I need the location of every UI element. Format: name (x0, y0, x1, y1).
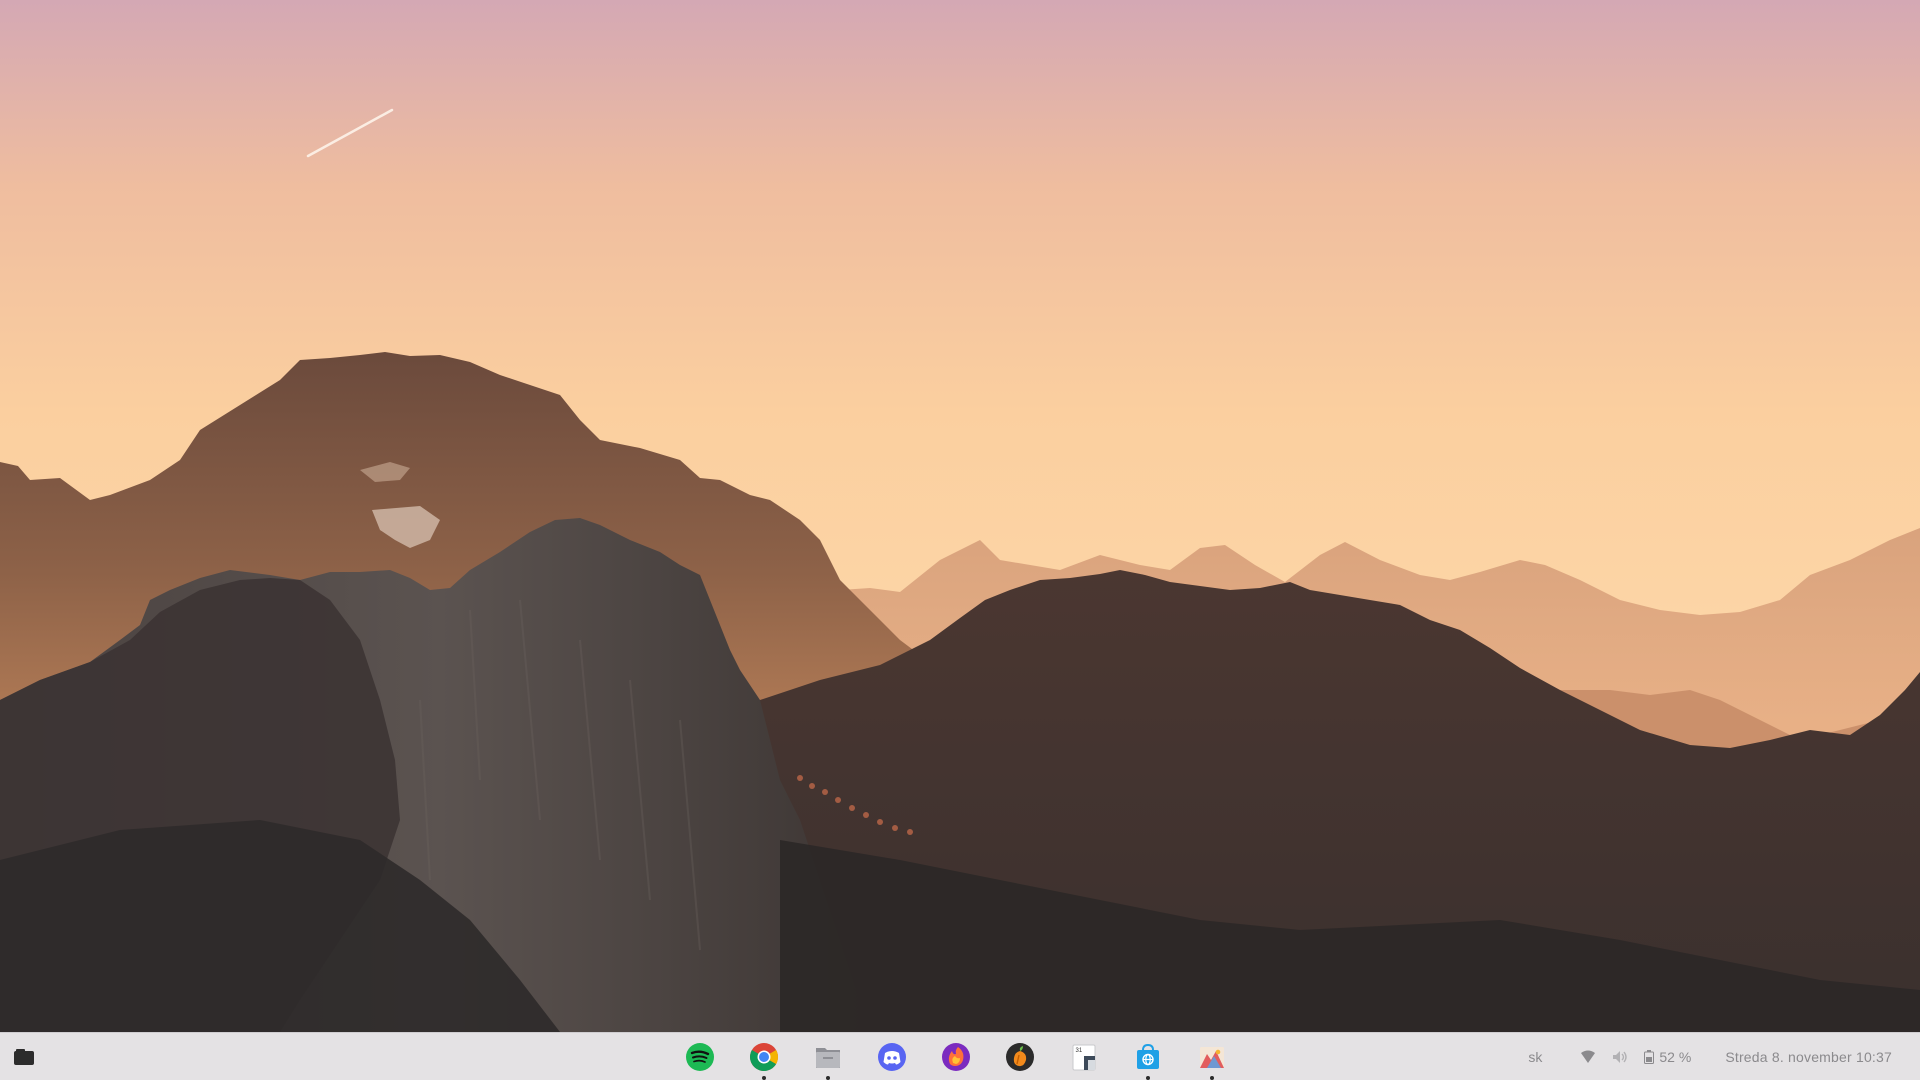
dock-app-files[interactable] (808, 1037, 848, 1080)
running-indicator (1146, 1076, 1150, 1080)
svg-text:31: 31 (1076, 1048, 1083, 1054)
spotify-icon (685, 1042, 715, 1072)
fl-studio-icon (1005, 1042, 1035, 1072)
image-viewer-icon (1197, 1042, 1227, 1072)
battery-indicator[interactable]: 52 % (1644, 1049, 1691, 1065)
firefox-icon (941, 1042, 971, 1072)
dock-app-chrome[interactable] (744, 1037, 784, 1080)
overview-button[interactable] (8, 1041, 40, 1073)
dock-app-spotify[interactable] (680, 1037, 720, 1077)
discord-icon (877, 1042, 907, 1072)
app-dock: 31 (680, 1037, 1232, 1080)
desktop-wallpaper (0, 0, 1920, 1032)
wifi-icon[interactable] (1580, 1050, 1596, 1064)
calendar-icon: 31 (1069, 1042, 1099, 1072)
dock-app-image-viewer[interactable] (1192, 1037, 1232, 1080)
dock-app-firefox[interactable] (936, 1037, 976, 1077)
system-tray: sk 52 % Streda 8. november 10:37 (1528, 1033, 1892, 1080)
dock-app-store[interactable] (1128, 1037, 1168, 1080)
chrome-icon (749, 1042, 779, 1072)
running-indicator (762, 1076, 766, 1080)
files-icon (813, 1042, 843, 1072)
battery-icon (1644, 1050, 1655, 1064)
taskbar: 31 sk 52 % Streda 8. november 10:37 (0, 1032, 1920, 1080)
running-indicator (826, 1076, 830, 1080)
dock-app-discord[interactable] (872, 1037, 912, 1077)
dock-app-fl-studio[interactable] (1000, 1037, 1040, 1077)
store-icon (1133, 1042, 1163, 1072)
volume-icon[interactable] (1612, 1050, 1628, 1064)
mountain-sunset-wallpaper (0, 0, 1920, 1032)
keyboard-language-indicator[interactable]: sk (1528, 1049, 1542, 1065)
running-indicator (1210, 1076, 1214, 1080)
dock-app-calendar[interactable]: 31 (1064, 1037, 1104, 1077)
date-time[interactable]: Streda 8. november 10:37 (1725, 1049, 1892, 1065)
battery-percent: 52 % (1659, 1049, 1692, 1065)
overview-icon (13, 1048, 35, 1066)
